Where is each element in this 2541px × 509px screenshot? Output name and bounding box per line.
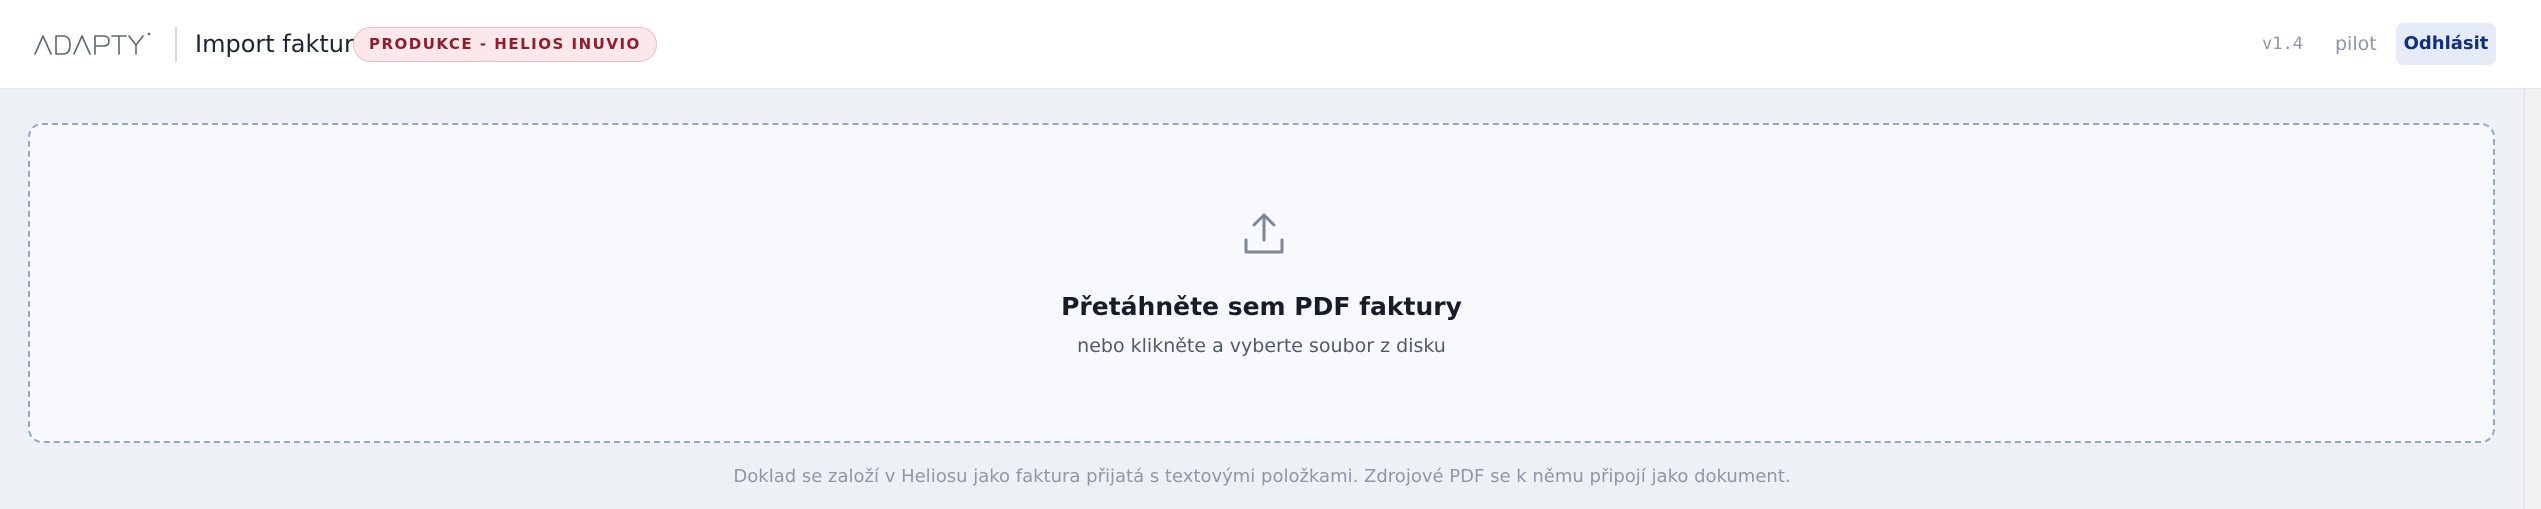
dropzone-title: Přetáhněte sem PDF faktury [1061,292,1462,321]
pdf-dropzone[interactable]: Přetáhněte sem PDF faktury nebo klikněte… [28,123,2495,443]
app-header: Import faktur PRODUKCE - HELIOS INUVIO v… [0,0,2541,89]
footer-note: Doklad se založí v Heliosu jako faktura … [733,466,1791,487]
adapty-logo [34,30,152,58]
upload-icon [1240,210,1288,258]
version-label: v1.4 [2262,34,2303,54]
page-scrollbar[interactable] [2524,89,2541,509]
logout-button[interactable]: Odhlásit [2396,23,2496,65]
page-title: Import faktur [195,30,354,58]
user-name: pilot [2335,33,2377,55]
environment-badge: PRODUKCE - HELIOS INUVIO [353,27,657,62]
header-divider [175,27,177,62]
dropzone-subtitle: nebo klikněte a vyberte soubor z disku [1077,335,1446,357]
